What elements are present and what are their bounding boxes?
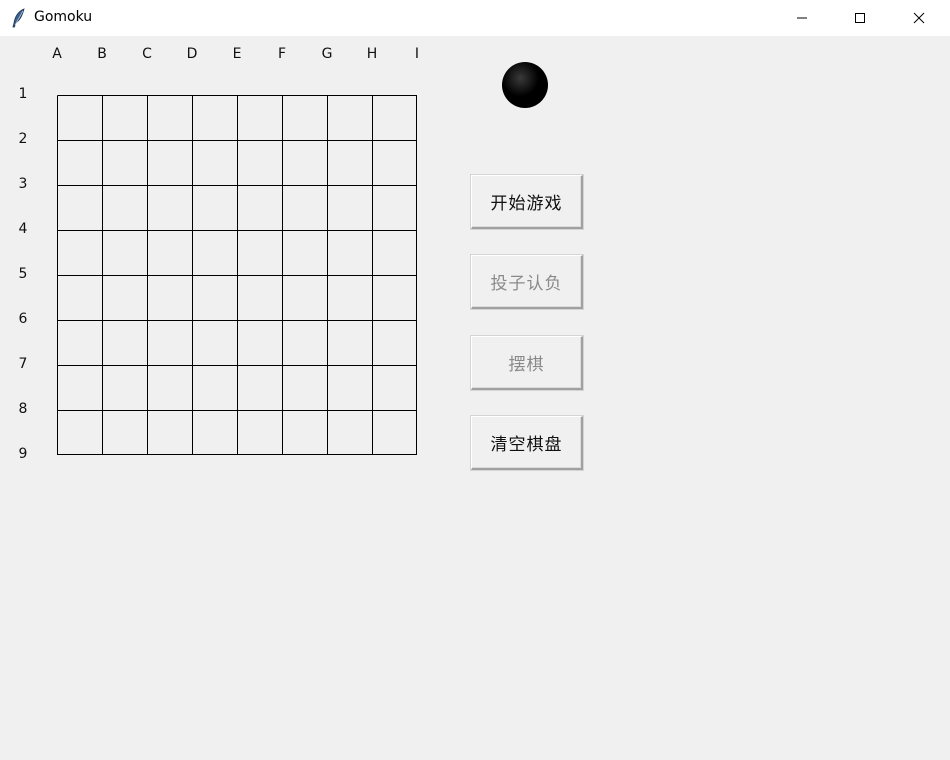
row-label-1: 1 <box>18 86 28 102</box>
row-label-6: 6 <box>18 311 28 327</box>
game-board[interactable] <box>57 95 417 455</box>
row-label-7: 7 <box>18 356 28 372</box>
row-label-5: 5 <box>18 266 28 282</box>
maximize-button[interactable] <box>831 0 889 36</box>
start-game-button[interactable]: 开始游戏 <box>471 175 583 229</box>
row-label-8: 8 <box>18 401 28 417</box>
feather-icon <box>10 8 28 28</box>
column-label-f: F <box>277 46 287 62</box>
minimize-button[interactable] <box>773 0 831 36</box>
clear-board-button[interactable]: 清空棋盘 <box>471 416 583 470</box>
column-label-b: B <box>97 46 107 62</box>
title-bar[interactable]: Gomoku <box>0 0 950 36</box>
column-label-g: G <box>321 46 333 62</box>
column-label-h: H <box>366 46 378 62</box>
close-icon <box>913 12 925 24</box>
window-title: Gomoku <box>34 9 93 25</box>
column-label-e: E <box>232 46 242 62</box>
column-label-d: D <box>186 46 198 62</box>
minimize-icon <box>796 12 808 24</box>
column-label-a: A <box>52 46 62 62</box>
row-label-4: 4 <box>18 221 28 237</box>
maximize-icon <box>854 12 866 24</box>
resign-button[interactable]: 投子认负 <box>471 255 583 309</box>
gomoku-window: Gomoku A B C D E F G H I 1 2 3 4 5 6 7 8… <box>0 0 950 760</box>
place-stones-button[interactable]: 摆棋 <box>471 336 583 390</box>
close-button[interactable] <box>890 0 948 36</box>
row-label-2: 2 <box>18 131 28 147</box>
column-label-i: I <box>414 46 420 62</box>
row-label-9: 9 <box>18 446 28 462</box>
column-label-c: C <box>142 46 152 62</box>
current-turn-stone <box>502 62 548 108</box>
row-label-3: 3 <box>18 176 28 192</box>
